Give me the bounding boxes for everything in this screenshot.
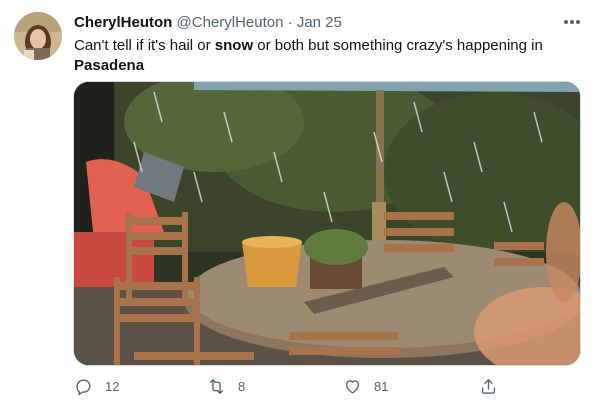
tweet-media[interactable] bbox=[73, 81, 581, 366]
tweet-actions: 12 8 81 bbox=[74, 374, 496, 398]
like-icon bbox=[345, 379, 360, 394]
author-name[interactable]: CherylHeuton bbox=[74, 14, 172, 31]
retweet-icon bbox=[209, 378, 224, 394]
avatar[interactable] bbox=[14, 12, 62, 60]
tweet-text-bold-snow[interactable]: snow bbox=[215, 37, 253, 54]
tweet-date[interactable]: Jan 25 bbox=[297, 14, 342, 31]
avatar-image bbox=[14, 12, 62, 60]
author-handle[interactable]: @CherylHeuton bbox=[177, 14, 284, 31]
reply-icon bbox=[76, 378, 91, 396]
tweet-text: Can't tell if it's hail or snow or both … bbox=[74, 36, 574, 76]
retweet-button[interactable]: 8 bbox=[207, 374, 245, 398]
like-count: 81 bbox=[374, 378, 389, 394]
retweet-count: 8 bbox=[238, 378, 246, 394]
share-button[interactable] bbox=[479, 374, 498, 398]
media-photo-patio bbox=[74, 82, 580, 365]
reply-button[interactable]: 12 bbox=[74, 374, 119, 398]
tweet-text-part: or both but something crazy's happening … bbox=[253, 37, 543, 54]
more-dots-icon[interactable] bbox=[560, 10, 584, 34]
tweet-header: CherylHeuton @CherylHeuton · Jan 25 bbox=[74, 13, 588, 33]
tweet-text-bold-pasadena[interactable]: Pasadena bbox=[74, 57, 144, 74]
share-icon bbox=[481, 378, 496, 394]
tweet[interactable]: CherylHeuton @CherylHeuton · Jan 25 Can'… bbox=[0, 0, 602, 407]
tweet-text-part: Can't tell if it's hail or bbox=[74, 37, 215, 54]
header-separator: · bbox=[287, 14, 293, 31]
like-button[interactable]: 81 bbox=[343, 374, 388, 398]
reply-count: 12 bbox=[105, 378, 120, 394]
